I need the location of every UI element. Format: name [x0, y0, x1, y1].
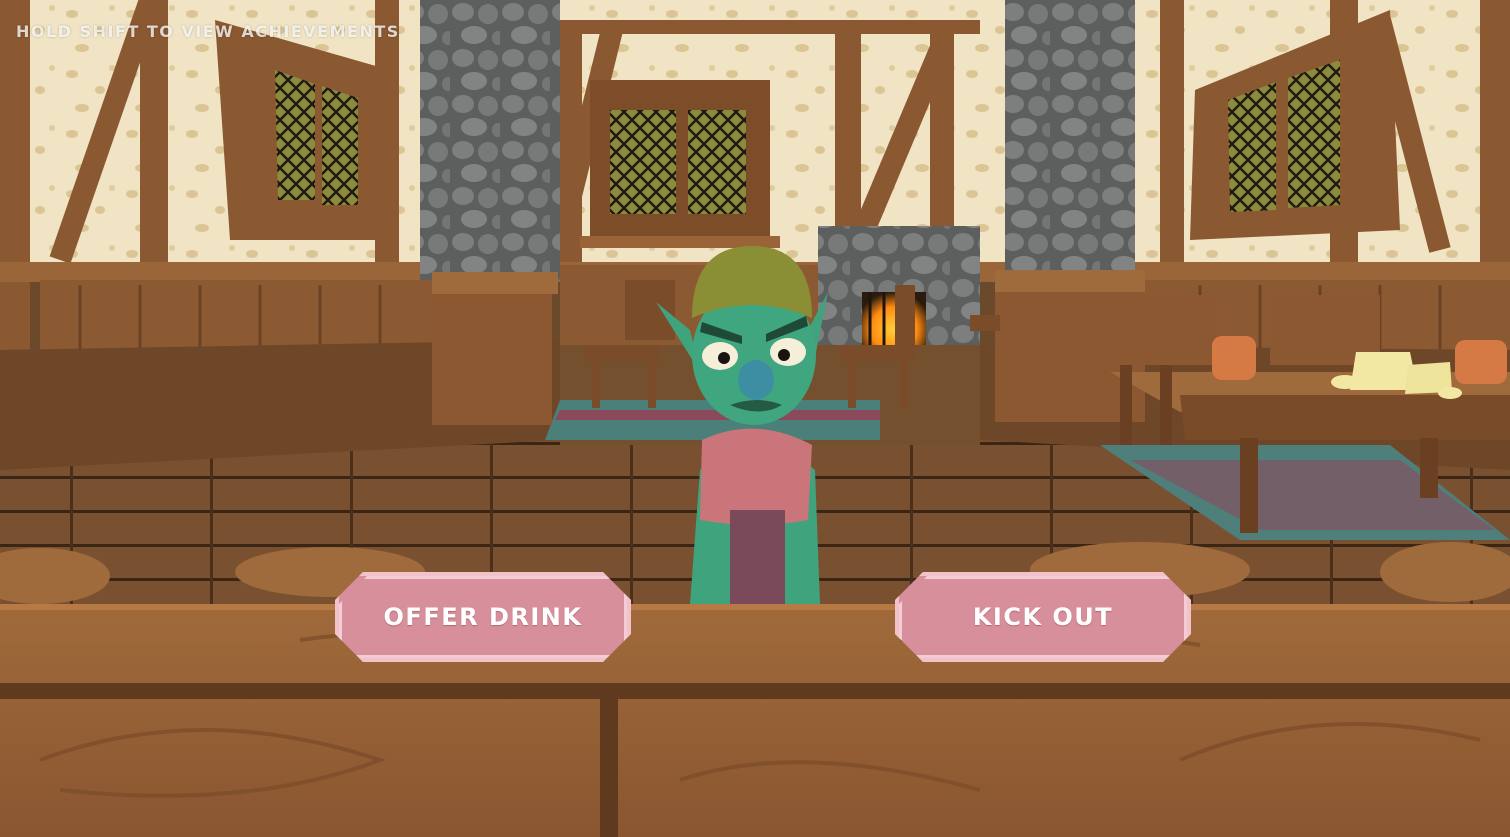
kick-out-label: Kick out	[972, 603, 1114, 631]
offer-drink-label: Offer drink	[383, 603, 583, 631]
offer-drink-button[interactable]: Offer drink	[335, 572, 631, 662]
kick-out-button[interactable]: Kick out	[895, 572, 1191, 662]
achievements-hint: Hold shift to view achievements	[16, 22, 400, 41]
tavern-scene	[0, 0, 1510, 837]
